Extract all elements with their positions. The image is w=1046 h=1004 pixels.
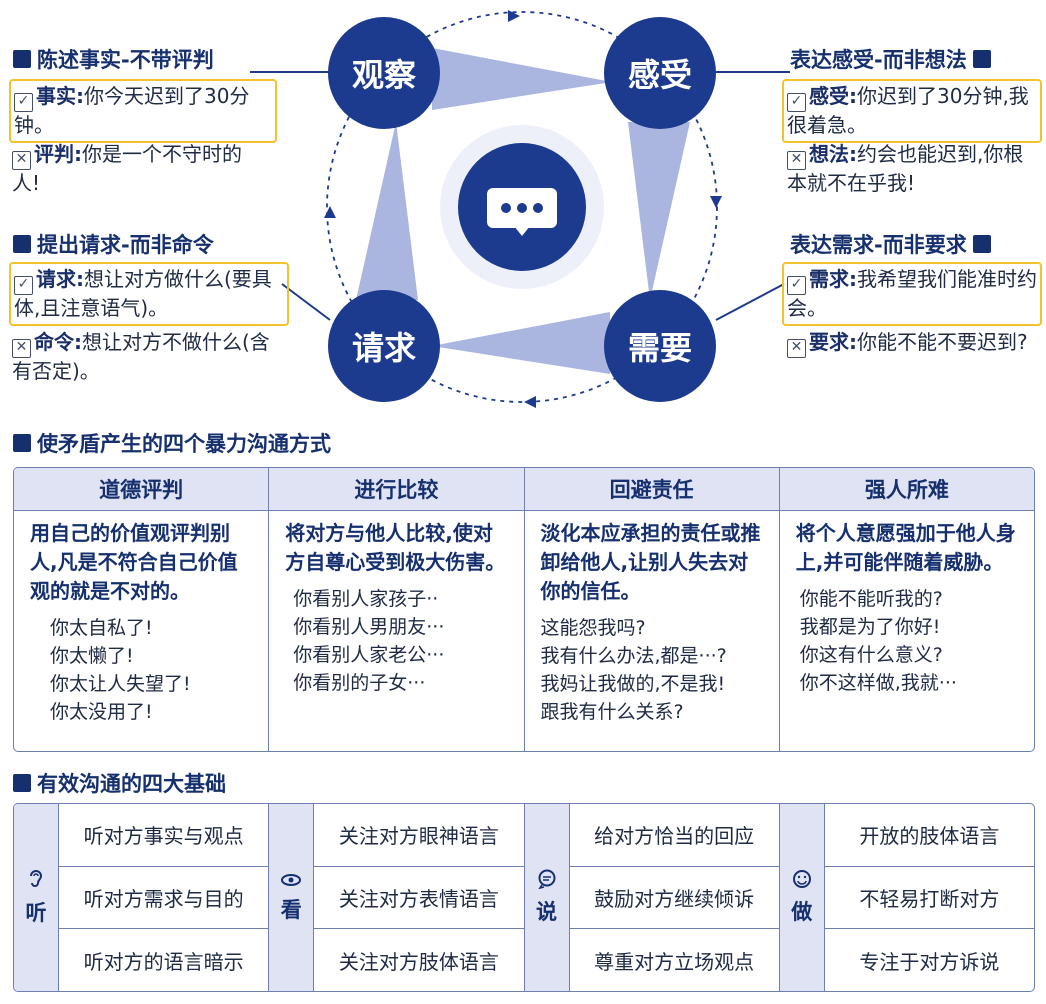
example-line: 我妈让我做的,不是我! (540, 673, 726, 695)
taper-need-request (432, 312, 610, 374)
basics-cell: 关注对方眼神语言 (314, 804, 524, 867)
basics-group-listen: 听 听对方事实与观点 听对方需求与目的 听对方的语言暗示 (14, 804, 270, 991)
violent-table: 道德评判 用自己的价值观评判别人,凡是不符合自己价值观的就是不对的。 你太自私了… (13, 467, 1035, 752)
column-examples: 你能不能听我的? 我都是为了你好! 你这有什么意义? 你不这样做,我就··· (780, 577, 1034, 697)
basics-cell: 关注对方表情语言 (314, 867, 524, 930)
example-line: 我都是为了你好! (799, 616, 941, 638)
column-header: 进行比较 (269, 468, 524, 511)
basics-group-speak: 说 给对方恰当的回应 鼓励对方继续倾诉 尊重对方立场观点 (524, 804, 780, 991)
example-line: 你看别人家老公··· (293, 644, 445, 666)
right-top-no: ✕ 想法:约会也能迟到,你根本就不在乎我! (787, 142, 1024, 195)
violent-column: 道德评判 用自己的价值观评判别人,凡是不符合自己价值观的就是不对的。 你太自私了… (14, 468, 270, 751)
check-icon: ✓ (787, 93, 806, 112)
example-line: 你太懒了! (50, 645, 134, 667)
check-icon: ✓ (14, 93, 33, 112)
basics-cell: 关注对方肢体语言 (338, 949, 499, 974)
square-bullet-icon (13, 434, 31, 452)
column-examples: 你太自私了! 你太懒了! 你太让人失望了! 你太没用了! (14, 606, 268, 726)
check-icon: ✓ (787, 276, 806, 295)
node-observe: 观察 (328, 17, 440, 129)
right-top-yes: ✓ 感受:你迟到了30分钟,我很着急。 (782, 79, 1042, 143)
ring-arrow-bottom (524, 396, 536, 408)
example-line: 你能不能听我的? (799, 588, 943, 610)
basics-cell: 专注于对方诉说 (859, 949, 1000, 974)
example-line: 你这有什么意义? (799, 644, 943, 666)
square-bullet-icon (972, 235, 991, 253)
example-line: 你太让人失望了! (50, 673, 191, 695)
basics-cell: 不轻易打断对方 (824, 867, 1034, 930)
example-line: 你看别人家孩子·· (293, 588, 439, 610)
smiley-icon (792, 869, 812, 894)
cross-icon: ✕ (12, 339, 31, 358)
group-label: 做 (791, 900, 813, 924)
example-line: 这能怨我吗? (540, 617, 646, 639)
taper-observe-feel (432, 48, 612, 110)
square-bullet-icon (13, 774, 31, 792)
column-desc: 将对方与他人比较,使对方自尊心受到极大伤害。 (285, 521, 506, 574)
connector-left-bottom (281, 283, 331, 321)
right-bottom-yes: ✓ 需求:我希望我们能准时约会。 (782, 262, 1042, 326)
node-feel: 感受 (604, 17, 716, 129)
column-header: 道德评判 (14, 468, 269, 511)
left-bottom-yes: ✓ 请求:想让对方做什么(要具体,且注意语气)。 (9, 262, 289, 326)
left-top-yes: ✓ 事实:你今天迟到了30分钟。 (9, 79, 277, 143)
node-need: 需要 (604, 290, 716, 402)
column-header: 回避责任 (524, 468, 779, 511)
group-label: 看 (280, 897, 302, 922)
check-icon: ✓ (14, 276, 33, 295)
basics-cell: 听对方需求与目的 (59, 867, 269, 930)
left-bottom-title: 提出请求-而非命令 (13, 229, 214, 259)
basics-cell: 尊重对方立场观点 (594, 949, 755, 974)
right-bottom-title: 表达需求-而非要求 (790, 229, 991, 259)
basics-cell: 鼓励对方继续倾诉 (569, 867, 779, 930)
column-desc: 淡化本应承担的责任或推卸给他人,让别人失去对你的信任。 (540, 521, 761, 603)
column-desc: 将个人意愿强加于他人身上,并可能伴随着威胁。 (795, 521, 1016, 574)
square-bullet-icon (13, 235, 31, 253)
taper-feel-need (628, 122, 690, 300)
left-top-title: 陈述事实-不带评判 (13, 44, 214, 74)
column-header: 强人所难 (779, 468, 1034, 511)
basics-cell: 开放的肢体语言 (824, 804, 1034, 867)
example-line: 你太没用了! (50, 701, 153, 723)
basics-cell: 听对方事实与观点 (59, 804, 269, 867)
ring-arrow-left (324, 206, 336, 218)
group-label: 说 (536, 900, 557, 924)
violent-column: 回避责任 淡化本应承担的责任或推卸给他人,让别人失去对你的信任。 这能怨我吗? … (524, 468, 780, 751)
example-line: 我有什么办法,都是···? (540, 645, 727, 667)
column-desc: 用自己的价值观评判别人,凡是不符合自己价值观的就是不对的。 (30, 521, 238, 603)
basics-title: 有效沟通的四大基础 (13, 768, 226, 798)
basics-group-look: 看 关注对方眼神语言 关注对方表情语言 关注对方肢体语言 (269, 804, 525, 991)
left-top-no: ✕ 评判:你是一个不守时的人! (12, 142, 242, 195)
eye-icon (280, 872, 302, 892)
cross-icon: ✕ (787, 151, 806, 170)
left-bottom-no: ✕ 命令:想让对方不做什么(含有否定)。 (12, 330, 270, 383)
ear-icon (27, 868, 45, 895)
column-examples: 这能怨我吗? 我有什么办法,都是···? 我妈让我做的,不是我! 跟我有什么关系… (525, 606, 779, 726)
basics-group-do: 做 开放的肢体语言 不轻易打断对方 专注于对方诉说 (779, 804, 1034, 991)
cross-icon: ✕ (12, 151, 31, 170)
example-line: 你太自私了! (50, 617, 153, 639)
example-line: 你不这样做,我就··· (799, 672, 957, 694)
basics-table: 听 听对方事实与观点 听对方需求与目的 听对方的语言暗示 看 关注对方眼神语言 … (13, 803, 1035, 992)
example-line: 你看别的子女··· (293, 672, 426, 694)
right-top-title: 表达感受-而非想法 (790, 44, 991, 74)
violent-column: 进行比较 将对方与他人比较,使对方自尊心受到极大伤害。 你看别人家孩子·· 你看… (269, 468, 525, 751)
basics-cell: 听对方的语言暗示 (83, 949, 244, 974)
speech-bubble-icon (537, 869, 557, 894)
node-request: 请求 (328, 290, 440, 402)
violent-title: 使矛盾产生的四个暴力沟通方式 (13, 428, 331, 458)
group-label: 听 (25, 901, 47, 925)
cross-icon: ✕ (787, 339, 806, 358)
example-line: 跟我有什么关系? (540, 701, 684, 723)
example-line: 你看别人男朋友··· (293, 616, 445, 638)
ring-arrow-right (710, 196, 722, 208)
square-bullet-icon (13, 50, 31, 68)
basics-cell: 给对方恰当的回应 (569, 804, 779, 867)
connector-right-bottom (715, 283, 785, 321)
taper-request-observe (356, 122, 418, 300)
violent-column: 强人所难 将个人意愿强加于他人身上,并可能伴随着威胁。 你能不能听我的? 我都是… (779, 468, 1034, 751)
right-bottom-no: ✕ 要求:你能不能不要迟到? (787, 329, 1037, 358)
column-examples: 你看别人家孩子·· 你看别人男朋友··· 你看别人家老公··· 你看别的子女··… (269, 577, 523, 697)
square-bullet-icon (972, 50, 991, 68)
